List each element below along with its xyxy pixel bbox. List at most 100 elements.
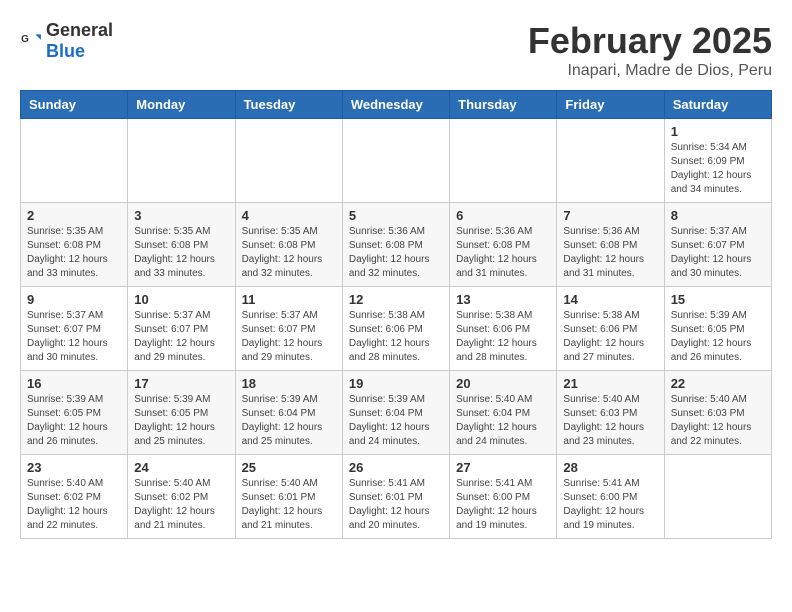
day-number: 3 [134, 208, 228, 223]
calendar-cell: 12Sunrise: 5:38 AM Sunset: 6:06 PM Dayli… [342, 287, 449, 371]
calendar-cell: 8Sunrise: 5:37 AM Sunset: 6:07 PM Daylig… [664, 203, 771, 287]
day-info: Sunrise: 5:39 AM Sunset: 6:05 PM Dayligh… [134, 393, 228, 449]
day-info: Sunrise: 5:40 AM Sunset: 6:01 PM Dayligh… [242, 477, 336, 533]
calendar-week-4: 23Sunrise: 5:40 AM Sunset: 6:02 PM Dayli… [21, 455, 772, 539]
day-number: 5 [349, 208, 443, 223]
day-number: 7 [563, 208, 657, 223]
header: G General Blue February 2025 Inapari, Ma… [20, 20, 772, 80]
day-info: Sunrise: 5:38 AM Sunset: 6:06 PM Dayligh… [349, 309, 443, 365]
calendar-cell: 26 Sunrise: 5:41 AM Sunset: 6:01 PM Dayli… [342, 455, 449, 539]
day-info: Sunrise: 5:37 AM Sunset: 6:07 PM Dayligh… [671, 225, 765, 281]
column-header-saturday: Saturday [664, 91, 771, 119]
day-info: Sunrise: 5:39 AM Sunset: 6:04 PM Dayligh… [242, 393, 336, 449]
calendar-cell: 28 Sunrise: 5:41 AM Sunset: 6:00 PM Dayli… [557, 455, 664, 539]
day-info: Sunrise: 5:36 AM Sunset: 6:08 PM Dayligh… [563, 225, 657, 281]
subtitle: Inapari, Madre de Dios, Peru [528, 62, 772, 80]
calendar: SundayMondayTuesdayWednesdayThursdayFrid… [20, 90, 772, 539]
day-number: 9 [27, 292, 121, 307]
calendar-cell: 14Sunrise: 5:38 AM Sunset: 6:06 PM Dayli… [557, 287, 664, 371]
calendar-cell: 13 Sunrise: 5:38 AM Sunset: 6:06 PM Dayli… [450, 287, 557, 371]
calendar-cell: 21 Sunrise: 5:40 AM Sunset: 6:03 PM Dayli… [557, 371, 664, 455]
calendar-cell: 19 Sunrise: 5:39 AM Sunset: 6:04 PM Dayli… [342, 371, 449, 455]
day-number: 20 [456, 376, 550, 391]
day-info: Sunrise: 5:41 AM Sunset: 6:00 PM Dayligh… [563, 477, 657, 533]
day-number: 2 [27, 208, 121, 223]
day-number: 13 [456, 292, 550, 307]
calendar-week-2: 9 Sunrise: 5:37 AM Sunset: 6:07 PM Daylig… [21, 287, 772, 371]
day-number: 26 [349, 460, 443, 475]
title-area: February 2025 Inapari, Madre de Dios, Pe… [528, 20, 772, 80]
calendar-cell: 7 Sunrise: 5:36 AM Sunset: 6:08 PM Daylig… [557, 203, 664, 287]
day-info: Sunrise: 5:39 AM Sunset: 6:05 PM Dayligh… [27, 393, 121, 449]
day-info: Sunrise: 5:38 AM Sunset: 6:06 PM Dayligh… [456, 309, 550, 365]
column-header-monday: Monday [128, 91, 235, 119]
column-header-sunday: Sunday [21, 91, 128, 119]
calendar-week-3: 16 Sunrise: 5:39 AM Sunset: 6:05 PM Dayli… [21, 371, 772, 455]
day-info: Sunrise: 5:40 AM Sunset: 6:02 PM Dayligh… [27, 477, 121, 533]
calendar-cell: 17 Sunrise: 5:39 AM Sunset: 6:05 PM Dayli… [128, 371, 235, 455]
day-number: 15 [671, 292, 765, 307]
day-info: Sunrise: 5:39 AM Sunset: 6:05 PM Dayligh… [671, 309, 765, 365]
day-info: Sunrise: 5:40 AM Sunset: 6:04 PM Dayligh… [456, 393, 550, 449]
calendar-week-1: 2 Sunrise: 5:35 AM Sunset: 6:08 PM Daylig… [21, 203, 772, 287]
calendar-cell [557, 119, 664, 203]
calendar-cell: 27 Sunrise: 5:41 AM Sunset: 6:00 PM Dayli… [450, 455, 557, 539]
logo: G General Blue [20, 20, 113, 62]
day-number: 4 [242, 208, 336, 223]
column-header-friday: Friday [557, 91, 664, 119]
calendar-cell [21, 119, 128, 203]
calendar-cell: 23Sunrise: 5:40 AM Sunset: 6:02 PM Dayli… [21, 455, 128, 539]
calendar-cell: 20 Sunrise: 5:40 AM Sunset: 6:04 PM Dayli… [450, 371, 557, 455]
svg-text:G: G [21, 34, 29, 45]
day-info: Sunrise: 5:41 AM Sunset: 6:00 PM Dayligh… [456, 477, 550, 533]
logo-blue: Blue [46, 41, 85, 61]
day-info: Sunrise: 5:41 AM Sunset: 6:01 PM Dayligh… [349, 477, 443, 533]
day-number: 17 [134, 376, 228, 391]
day-number: 21 [563, 376, 657, 391]
calendar-cell: 16 Sunrise: 5:39 AM Sunset: 6:05 PM Dayli… [21, 371, 128, 455]
day-number: 28 [563, 460, 657, 475]
calendar-header-row: SundayMondayTuesdayWednesdayThursdayFrid… [21, 91, 772, 119]
day-info: Sunrise: 5:35 AM Sunset: 6:08 PM Dayligh… [134, 225, 228, 281]
day-number: 19 [349, 376, 443, 391]
day-number: 6 [456, 208, 550, 223]
day-info: Sunrise: 5:37 AM Sunset: 6:07 PM Dayligh… [134, 309, 228, 365]
day-number: 22 [671, 376, 765, 391]
column-header-tuesday: Tuesday [235, 91, 342, 119]
day-number: 27 [456, 460, 550, 475]
day-info: Sunrise: 5:34 AM Sunset: 6:09 PM Dayligh… [671, 141, 765, 197]
day-info: Sunrise: 5:40 AM Sunset: 6:02 PM Dayligh… [134, 477, 228, 533]
day-info: Sunrise: 5:38 AM Sunset: 6:06 PM Dayligh… [563, 309, 657, 365]
day-info: Sunrise: 5:39 AM Sunset: 6:04 PM Dayligh… [349, 393, 443, 449]
calendar-cell [235, 119, 342, 203]
calendar-cell: 18 Sunrise: 5:39 AM Sunset: 6:04 PM Dayli… [235, 371, 342, 455]
calendar-cell: 10 Sunrise: 5:37 AM Sunset: 6:07 PM Dayli… [128, 287, 235, 371]
day-number: 1 [671, 124, 765, 139]
day-number: 10 [134, 292, 228, 307]
day-number: 11 [242, 292, 336, 307]
calendar-cell: 11Sunrise: 5:37 AM Sunset: 6:07 PM Dayli… [235, 287, 342, 371]
column-header-thursday: Thursday [450, 91, 557, 119]
calendar-cell: 15 Sunrise: 5:39 AM Sunset: 6:05 PM Dayli… [664, 287, 771, 371]
column-header-wednesday: Wednesday [342, 91, 449, 119]
day-info: Sunrise: 5:36 AM Sunset: 6:08 PM Dayligh… [349, 225, 443, 281]
day-number: 18 [242, 376, 336, 391]
logo-general: General [46, 20, 113, 40]
calendar-cell: 25 Sunrise: 5:40 AM Sunset: 6:01 PM Dayli… [235, 455, 342, 539]
calendar-week-0: 1 Sunrise: 5:34 AM Sunset: 6:09 PM Daylig… [21, 119, 772, 203]
day-number: 25 [242, 460, 336, 475]
calendar-cell: 5 Sunrise: 5:36 AM Sunset: 6:08 PM Daylig… [342, 203, 449, 287]
day-info: Sunrise: 5:35 AM Sunset: 6:08 PM Dayligh… [242, 225, 336, 281]
day-number: 16 [27, 376, 121, 391]
calendar-cell: 2Sunrise: 5:35 AM Sunset: 6:08 PM Daylig… [21, 203, 128, 287]
day-info: Sunrise: 5:37 AM Sunset: 6:07 PM Dayligh… [27, 309, 121, 365]
day-info: Sunrise: 5:40 AM Sunset: 6:03 PM Dayligh… [671, 393, 765, 449]
calendar-cell [664, 455, 771, 539]
calendar-cell: 6Sunrise: 5:36 AM Sunset: 6:08 PM Daylig… [450, 203, 557, 287]
calendar-cell: 22 Sunrise: 5:40 AM Sunset: 6:03 PM Dayli… [664, 371, 771, 455]
calendar-cell: 9 Sunrise: 5:37 AM Sunset: 6:07 PM Daylig… [21, 287, 128, 371]
day-info: Sunrise: 5:40 AM Sunset: 6:03 PM Dayligh… [563, 393, 657, 449]
main-title: February 2025 [528, 20, 772, 62]
calendar-cell [450, 119, 557, 203]
day-number: 24 [134, 460, 228, 475]
